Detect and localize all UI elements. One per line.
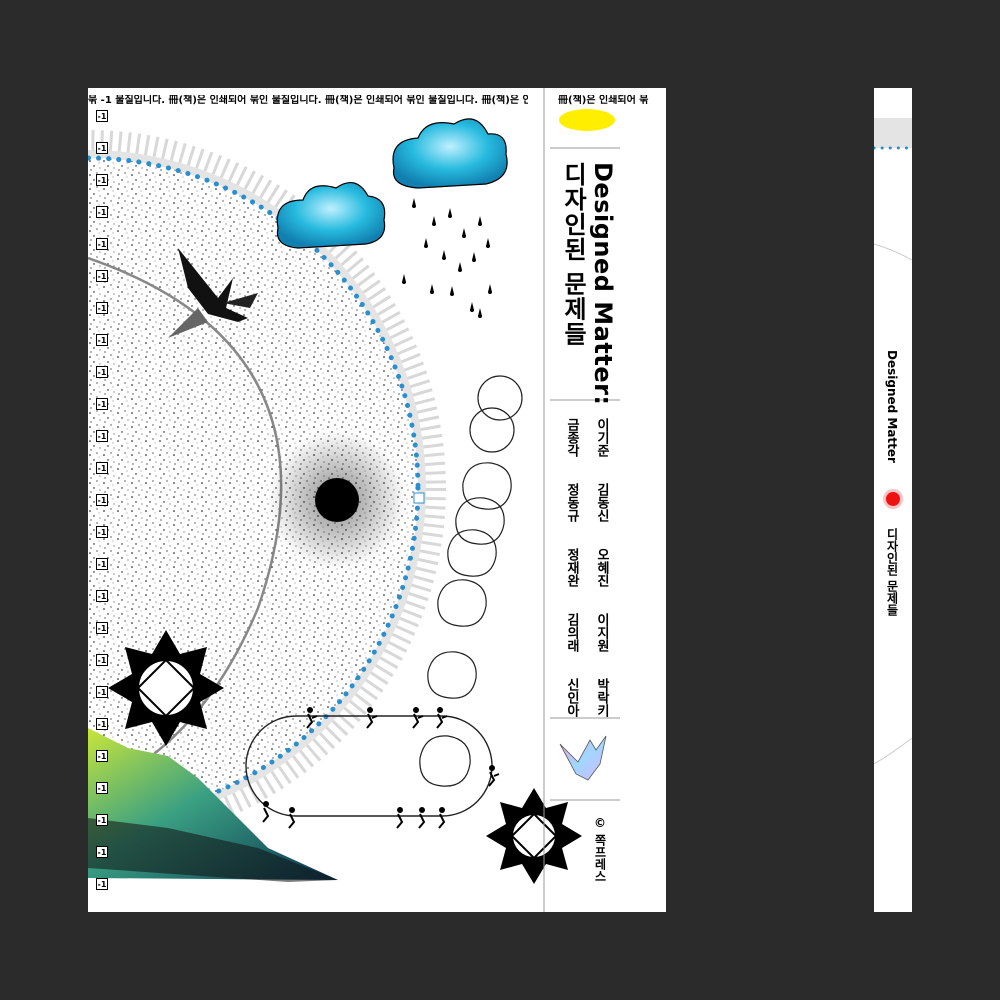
author-name: 이지원	[594, 613, 609, 652]
spine-title-english: Designed Matter	[885, 350, 899, 463]
author-name: 김의래	[564, 613, 579, 652]
author-name: 이기준	[594, 418, 609, 457]
margin-mark: -1	[96, 430, 108, 442]
star-left	[108, 630, 224, 746]
margin-mark: -1	[96, 622, 108, 634]
black-hole	[315, 478, 359, 522]
margin-mark: -1	[96, 750, 108, 762]
margin-mark: -1	[96, 334, 108, 346]
author-name: 신인아	[564, 678, 579, 717]
cover-title-korean: 디자인된 문제들	[559, 162, 587, 347]
paper-crane-icon	[559, 735, 607, 781]
spine-artwork	[874, 118, 912, 765]
margin-mark: -1	[96, 718, 108, 730]
author-name: 금종각	[564, 418, 579, 457]
running-text-sidebar: 冊(책)은 인쇄되어 묶	[558, 95, 649, 106]
author-name: 김동신	[594, 483, 609, 522]
margin-mark: -1	[96, 686, 108, 698]
authors-column-1: 이기준 김동신 오혜진 이지원 박락키	[592, 418, 610, 717]
author-name: 오혜진	[594, 548, 609, 587]
ring-marker	[413, 492, 425, 504]
cloud-small	[276, 181, 386, 249]
author-name: 박락키	[594, 678, 609, 717]
margin-mark: -1	[96, 590, 108, 602]
yellow-oval	[559, 109, 615, 131]
rain-drops	[402, 198, 492, 318]
margin-mark: -1	[96, 558, 108, 570]
margin-mark: -1	[96, 462, 108, 474]
author-name: 정재완	[564, 548, 579, 587]
running-text-top: 묶 -1 물질입니다. 冊(책)은 인쇄되어 묶인 물질입니다. 冊(책)은 인…	[88, 95, 528, 106]
margin-mark: -1	[96, 270, 108, 282]
authors-column-2: 금종각 정동규 정재완 김의래 신인아	[562, 418, 580, 717]
cloud-large	[392, 118, 508, 189]
margin-mark: -1	[96, 366, 108, 378]
margin-mark: -1	[96, 142, 108, 154]
margin-mark: -1	[96, 654, 108, 666]
margin-mark: -1	[96, 878, 108, 890]
margin-mark: -1	[96, 238, 108, 250]
spine-title-korean: 디자인된 문제들	[885, 528, 899, 617]
book-spine: Designed Matter 디자인된 문제들	[874, 88, 912, 912]
margin-mark: -1	[96, 398, 108, 410]
margin-mark: -1	[96, 846, 108, 858]
author-name: 정동규	[564, 483, 579, 522]
margin-mark: -1	[96, 206, 108, 218]
margin-mark: -1	[96, 110, 108, 122]
margin-mark: -1	[96, 302, 108, 314]
book-cover: 묶 -1 물질입니다. 冊(책)은 인쇄되어 묶인 물질입니다. 冊(책)은 인…	[88, 88, 666, 912]
publisher-credit: © 쪽프레스	[593, 816, 607, 883]
margin-mark: -1	[96, 782, 108, 794]
cover-title-english: Designed Matter:	[589, 162, 617, 406]
margin-mark: -1	[96, 494, 108, 506]
margin-mark: -1	[96, 526, 108, 538]
margin-mark: -1	[96, 174, 108, 186]
margin-mark: -1	[96, 814, 108, 826]
star-right	[486, 788, 582, 884]
